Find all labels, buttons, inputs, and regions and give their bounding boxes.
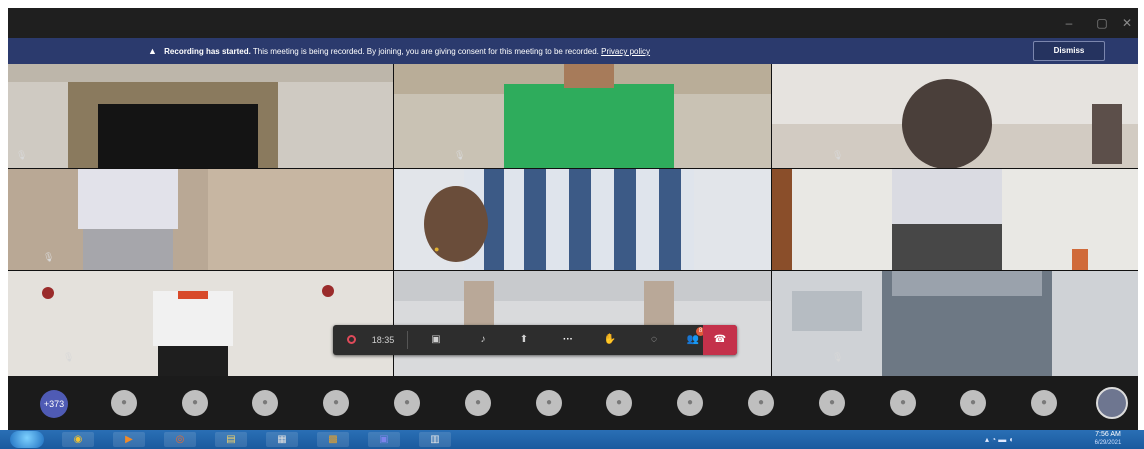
more-icon[interactable]: ··· [553, 325, 583, 355]
participant-avatar[interactable]: ● [1031, 390, 1057, 416]
participant-avatar[interactable]: ● [819, 390, 845, 416]
app-icon[interactable]: ▦ [266, 432, 298, 447]
teams-meeting-window: – ▢ ✕ ▲ Recording has started. This meet… [0, 0, 1144, 449]
participant-avatar[interactable]: ● [960, 390, 986, 416]
video-tile-9[interactable]: 🎙 [772, 271, 1138, 376]
firefox-icon[interactable]: ◎ [164, 432, 196, 447]
video-tile-4[interactable]: 🎙 [8, 169, 393, 270]
participant-avatar[interactable]: ● [111, 390, 137, 416]
clock-date: 6/29/2021 [1094, 440, 1122, 446]
recording-notice: ▲ Recording has started. This meeting is… [148, 46, 650, 56]
video-feed [394, 64, 771, 168]
more-participants-button[interactable]: +373 [40, 390, 68, 418]
call-control-bar: 18:35 ▣ ♪ ⬆ ··· ✋ ◌ 👥 8 ☎ [333, 325, 737, 355]
chat-icon[interactable]: ◌ [639, 325, 669, 355]
recording-banner: ▲ Recording has started. This meeting is… [8, 38, 1138, 64]
chrome-icon[interactable]: ◉ [62, 432, 94, 447]
record-icon [345, 325, 357, 355]
video-feed [394, 271, 771, 376]
media-player-icon[interactable]: ▶ [113, 432, 145, 447]
raise-hand-icon[interactable]: ✋ [595, 325, 625, 355]
participant-avatar[interactable]: ● [465, 390, 491, 416]
video-tile-1[interactable]: 🎙 [8, 64, 393, 168]
participant-avatar[interactable]: ● [606, 390, 632, 416]
video-feed [8, 169, 393, 270]
video-tile-8[interactable] [394, 271, 771, 376]
dismiss-button[interactable]: Dismiss [1033, 41, 1105, 61]
mic-muted-icon: 🎙 [16, 150, 28, 160]
video-tile-2[interactable]: 🎙 [394, 64, 771, 168]
video-feed [8, 64, 393, 168]
participant-avatar[interactable]: ● [323, 390, 349, 416]
teams-icon[interactable]: ▣ [368, 432, 400, 447]
participant-avatar[interactable]: ● [182, 390, 208, 416]
privacy-policy-link[interactable]: Privacy policy [601, 47, 650, 56]
windows-taskbar: ◉ ▶ ◎ ▤ ▦ ▩ ▣ ▥ ▴ ◔ ▬ ◖ 7:56 AM 6/29/202… [0, 430, 1144, 449]
folder-icon[interactable]: ▤ [215, 432, 247, 447]
minimize-button[interactable]: – [1058, 14, 1080, 32]
title-bar: – ▢ ✕ [8, 8, 1138, 38]
self-avatar[interactable] [1096, 387, 1128, 419]
calculator-icon[interactable]: ▥ [419, 432, 451, 447]
video-tile-3[interactable]: 🎙 [772, 64, 1138, 168]
mic-icon[interactable]: ♪ [468, 325, 498, 355]
participant-strip: +373 ● ● ● ● ● ● ● ● ● ● ● ● ● ● [8, 376, 1138, 430]
mic-muted-icon: 🎙 [454, 150, 466, 160]
recording-title: Recording has started. [164, 47, 251, 56]
participant-avatar[interactable]: ● [677, 390, 703, 416]
taskbar-clock[interactable]: 7:56 AM 6/29/2021 [1078, 430, 1138, 449]
hang-up-icon: ☎ [713, 334, 727, 345]
system-tray: ▴ ◔ ▬ ◖ [985, 432, 1055, 447]
participant-avatar[interactable]: ● [536, 390, 562, 416]
video-feed [772, 169, 1138, 270]
mic-muted-icon: 🎙 [832, 150, 844, 160]
mic-muted-icon: 🎙 [43, 252, 55, 262]
share-icon[interactable]: ⬆ [509, 325, 539, 355]
recording-message: This meeting is being recorded. By joini… [252, 47, 599, 56]
mic-muted-icon: 🎙 [832, 352, 844, 362]
close-button[interactable]: ✕ [1116, 14, 1138, 32]
video-tile-7[interactable]: 🎙 [8, 271, 393, 376]
warning-icon: ▲ [148, 46, 157, 56]
clock-time: 7:56 AM [1095, 431, 1121, 438]
maximize-button[interactable]: ▢ [1091, 14, 1113, 32]
divider [407, 331, 408, 349]
video-feed [772, 64, 1138, 168]
network-icon[interactable]: ▴ ◔ ▬ ◖ [985, 435, 1013, 444]
start-button[interactable] [10, 431, 44, 448]
hang-up-button[interactable]: ☎ [703, 325, 737, 355]
camera-off-icon[interactable]: ▣ [421, 325, 451, 355]
video-feed [394, 169, 771, 270]
mic-muted-icon: 🎙 [63, 352, 75, 362]
app-icon[interactable]: ▩ [317, 432, 349, 447]
participant-avatar[interactable]: ● [394, 390, 420, 416]
video-feed [772, 271, 1138, 376]
participant-avatar[interactable]: ● [748, 390, 774, 416]
participant-avatar[interactable]: ● [890, 390, 916, 416]
hand-raised-icon: ● [434, 244, 440, 254]
video-tile-6[interactable] [772, 169, 1138, 270]
video-tile-5[interactable]: ● [394, 169, 771, 270]
recording-timer: 18:35 [371, 335, 395, 345]
participant-avatar[interactable]: ● [252, 390, 278, 416]
